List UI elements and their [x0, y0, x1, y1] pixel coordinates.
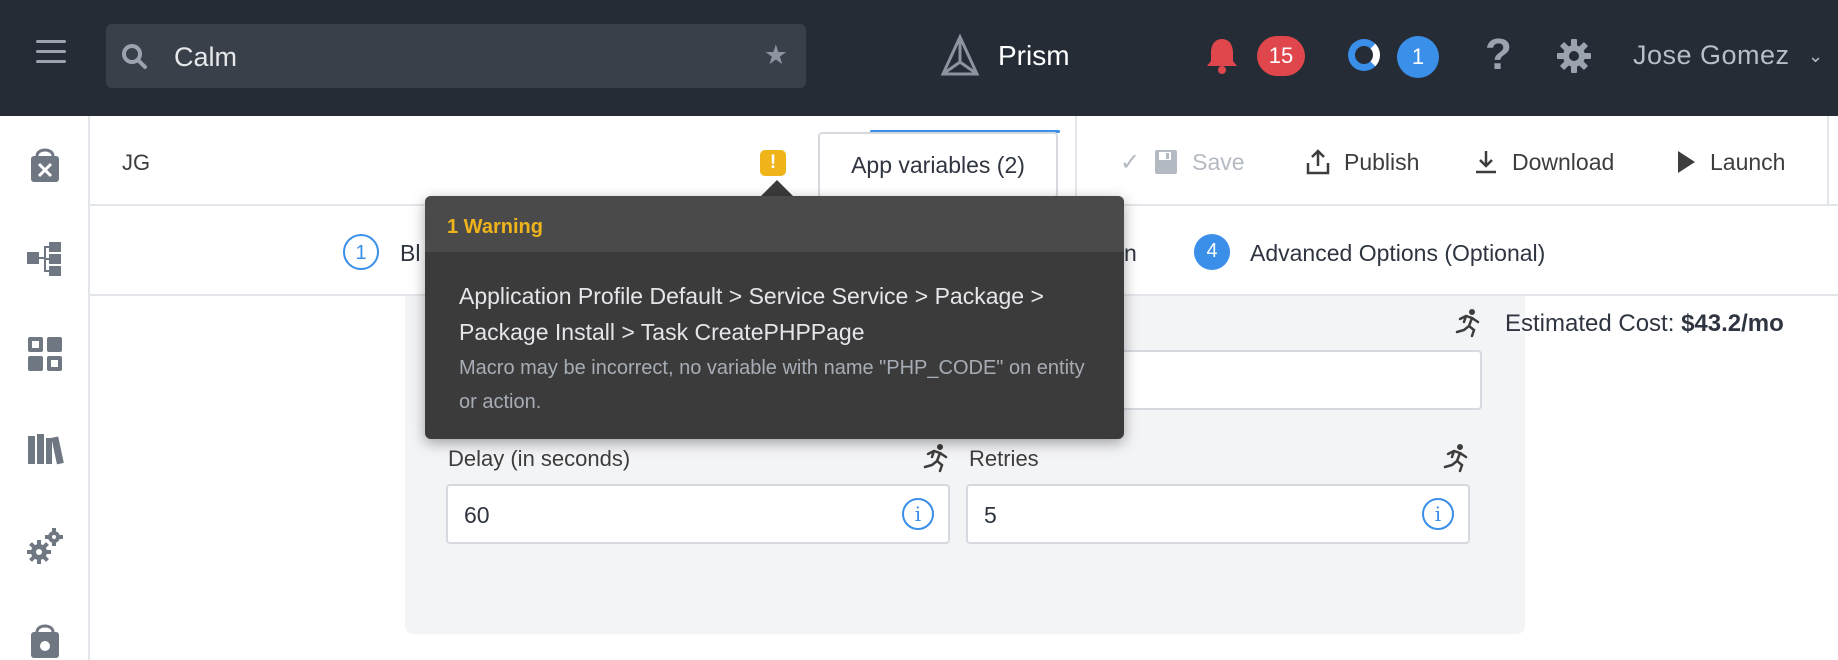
brand-name: Prism: [998, 40, 1070, 71]
library-icon[interactable]: [25, 428, 65, 468]
delay-label: Delay (in seconds): [448, 446, 631, 471]
estimated-cost: Estimated Cost: $43.2/mo: [1505, 310, 1784, 338]
marketplace-bag-icon[interactable]: [25, 144, 65, 184]
cost-label: Estimated Cost:: [1505, 310, 1675, 337]
download-icon: [1476, 151, 1496, 174]
blueprint-toolbar: JG ! App variables (2) ✓ Save Publish Do…: [90, 116, 1838, 206]
step-label[interactable]: n: [1124, 240, 1137, 267]
app-variables-button[interactable]: App variables (2): [818, 132, 1058, 198]
marketplace-manager-icon[interactable]: [25, 620, 65, 660]
runtime-editable-icon[interactable]: [1452, 308, 1482, 338]
play-icon: [1678, 151, 1695, 173]
retries-input[interactable]: 5 i: [966, 484, 1470, 544]
retries-label: Retries: [969, 446, 1039, 471]
download-button[interactable]: Download: [1474, 146, 1614, 178]
tasks-count-badge[interactable]: 1: [1397, 36, 1439, 78]
applications-icon[interactable]: [25, 334, 65, 374]
gear-icon[interactable]: [1556, 38, 1592, 74]
download-label: Download: [1512, 148, 1615, 175]
help-icon[interactable]: ?: [1485, 30, 1512, 80]
brand[interactable]: Prism: [940, 34, 1070, 78]
publish-label: Publish: [1344, 148, 1420, 175]
star-icon[interactable]: ★: [764, 40, 788, 71]
check-icon: ✓: [1120, 148, 1141, 176]
publish-button[interactable]: Publish: [1306, 146, 1419, 178]
top-nav-bar: Calm ★ Prism 15 1 ? Jose Gomez ⌄: [0, 0, 1838, 116]
toolbar-divider: [1827, 116, 1829, 206]
save-label: Save: [1192, 148, 1245, 175]
blueprint-name[interactable]: JG: [122, 150, 150, 176]
cost-value: $43.2/mo: [1681, 310, 1784, 337]
info-icon[interactable]: i: [1422, 498, 1454, 530]
warning-message: Macro may be incorrect, no variable with…: [459, 357, 1085, 413]
upload-icon: [1306, 149, 1330, 175]
settings-gears-icon[interactable]: [25, 526, 65, 566]
blueprints-icon[interactable]: [25, 238, 65, 278]
step-number[interactable]: 1: [343, 234, 379, 270]
popover-title: 1 Warning: [425, 196, 1124, 252]
delay-value: 60: [464, 502, 490, 528]
search-input[interactable]: Calm: [174, 42, 237, 73]
warning-path: Application Profile Default > Service Se…: [459, 283, 1044, 345]
runtime-editable-icon[interactable]: [1440, 443, 1470, 473]
step-label[interactable]: Bl: [400, 240, 420, 267]
retries-value: 5: [984, 502, 997, 528]
warning-popover: 1 Warning Application Profile Default > …: [425, 196, 1124, 439]
step-label-active[interactable]: Advanced Options (Optional): [1250, 240, 1545, 267]
user-menu[interactable]: Jose Gomez: [1633, 40, 1790, 71]
hamburger-menu-icon[interactable]: [36, 36, 66, 68]
bell-icon[interactable]: [1204, 36, 1240, 74]
warning-icon[interactable]: !: [760, 150, 786, 176]
runtime-editable-icon[interactable]: [920, 443, 950, 473]
delay-input[interactable]: 60 i: [446, 484, 950, 544]
save-button[interactable]: ✓ Save: [1120, 146, 1245, 178]
search-bar[interactable]: Calm ★: [106, 24, 806, 88]
toolbar-divider: [1075, 116, 1077, 206]
info-icon[interactable]: i: [902, 498, 934, 530]
text-field[interactable]: [1100, 350, 1482, 410]
search-icon: [122, 44, 147, 69]
step-number-active[interactable]: 4: [1194, 234, 1230, 270]
left-sidebar: [0, 116, 90, 660]
tasks-progress-icon[interactable]: [1348, 39, 1380, 71]
alerts-count-badge[interactable]: 15: [1257, 36, 1305, 76]
launch-button[interactable]: Launch: [1676, 146, 1785, 178]
prism-logo-icon: [940, 34, 980, 76]
chevron-down-icon[interactable]: ⌄: [1808, 46, 1823, 67]
save-icon: [1155, 150, 1178, 174]
popover-arrow: [760, 180, 794, 197]
launch-label: Launch: [1710, 148, 1786, 175]
